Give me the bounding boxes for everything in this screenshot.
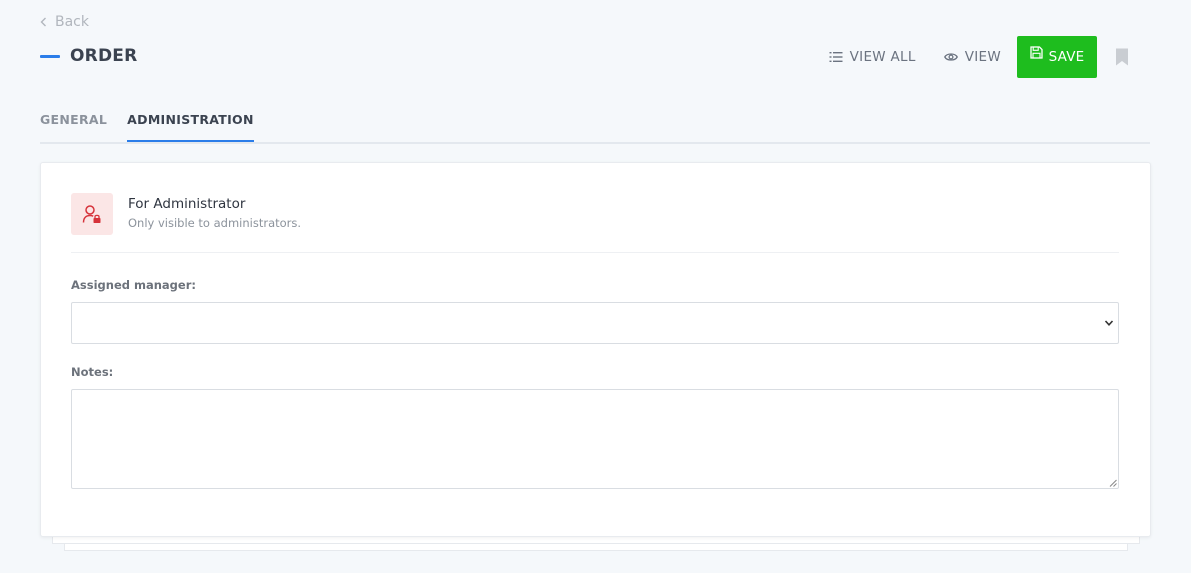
back-link[interactable]: Back bbox=[40, 14, 89, 30]
chevron-left-icon bbox=[40, 17, 46, 27]
administration-card: For Administrator Only visible to admini… bbox=[40, 162, 1151, 537]
list-icon bbox=[829, 52, 843, 62]
view-label: VIEW bbox=[964, 49, 1001, 65]
view-all-label: VIEW ALL bbox=[849, 49, 916, 65]
card-stack-shadow bbox=[52, 536, 1140, 544]
title-accent-bar bbox=[40, 54, 60, 58]
eye-icon bbox=[943, 53, 958, 61]
back-label: Back bbox=[55, 14, 89, 30]
section-title: For Administrator bbox=[128, 196, 246, 212]
view-button[interactable]: VIEW bbox=[930, 49, 1015, 65]
tab-bar: GENERAL ADMINISTRATION bbox=[40, 104, 1150, 144]
chevron-down-icon bbox=[1104, 320, 1114, 326]
notes-label: Notes: bbox=[71, 365, 114, 379]
divider bbox=[71, 252, 1119, 253]
section-header: For Administrator Only visible to admini… bbox=[71, 193, 301, 235]
page: Back ORDER VIEW ALL VIEW SAVE GENERAL AD… bbox=[0, 0, 1191, 573]
resize-grip-icon[interactable] bbox=[1109, 479, 1117, 487]
save-label: SAVE bbox=[1048, 49, 1085, 65]
toolbar: VIEW ALL VIEW SAVE bbox=[815, 36, 1129, 78]
notes-textarea[interactable] bbox=[71, 389, 1119, 489]
section-subtitle: Only visible to administrators. bbox=[128, 216, 302, 230]
assigned-manager-label: Assigned manager: bbox=[71, 278, 196, 292]
save-button[interactable]: SAVE bbox=[1017, 36, 1097, 78]
page-title: ORDER bbox=[70, 46, 138, 66]
page-header: ORDER bbox=[40, 46, 137, 66]
admin-lock-icon bbox=[71, 193, 113, 235]
bookmark-icon[interactable] bbox=[1115, 48, 1129, 66]
view-all-button[interactable]: VIEW ALL bbox=[815, 49, 930, 65]
assigned-manager-select[interactable] bbox=[71, 302, 1119, 344]
tab-general[interactable]: GENERAL bbox=[40, 104, 107, 140]
floppy-disk-icon bbox=[1029, 45, 1043, 59]
tab-administration[interactable]: ADMINISTRATION bbox=[127, 104, 254, 142]
